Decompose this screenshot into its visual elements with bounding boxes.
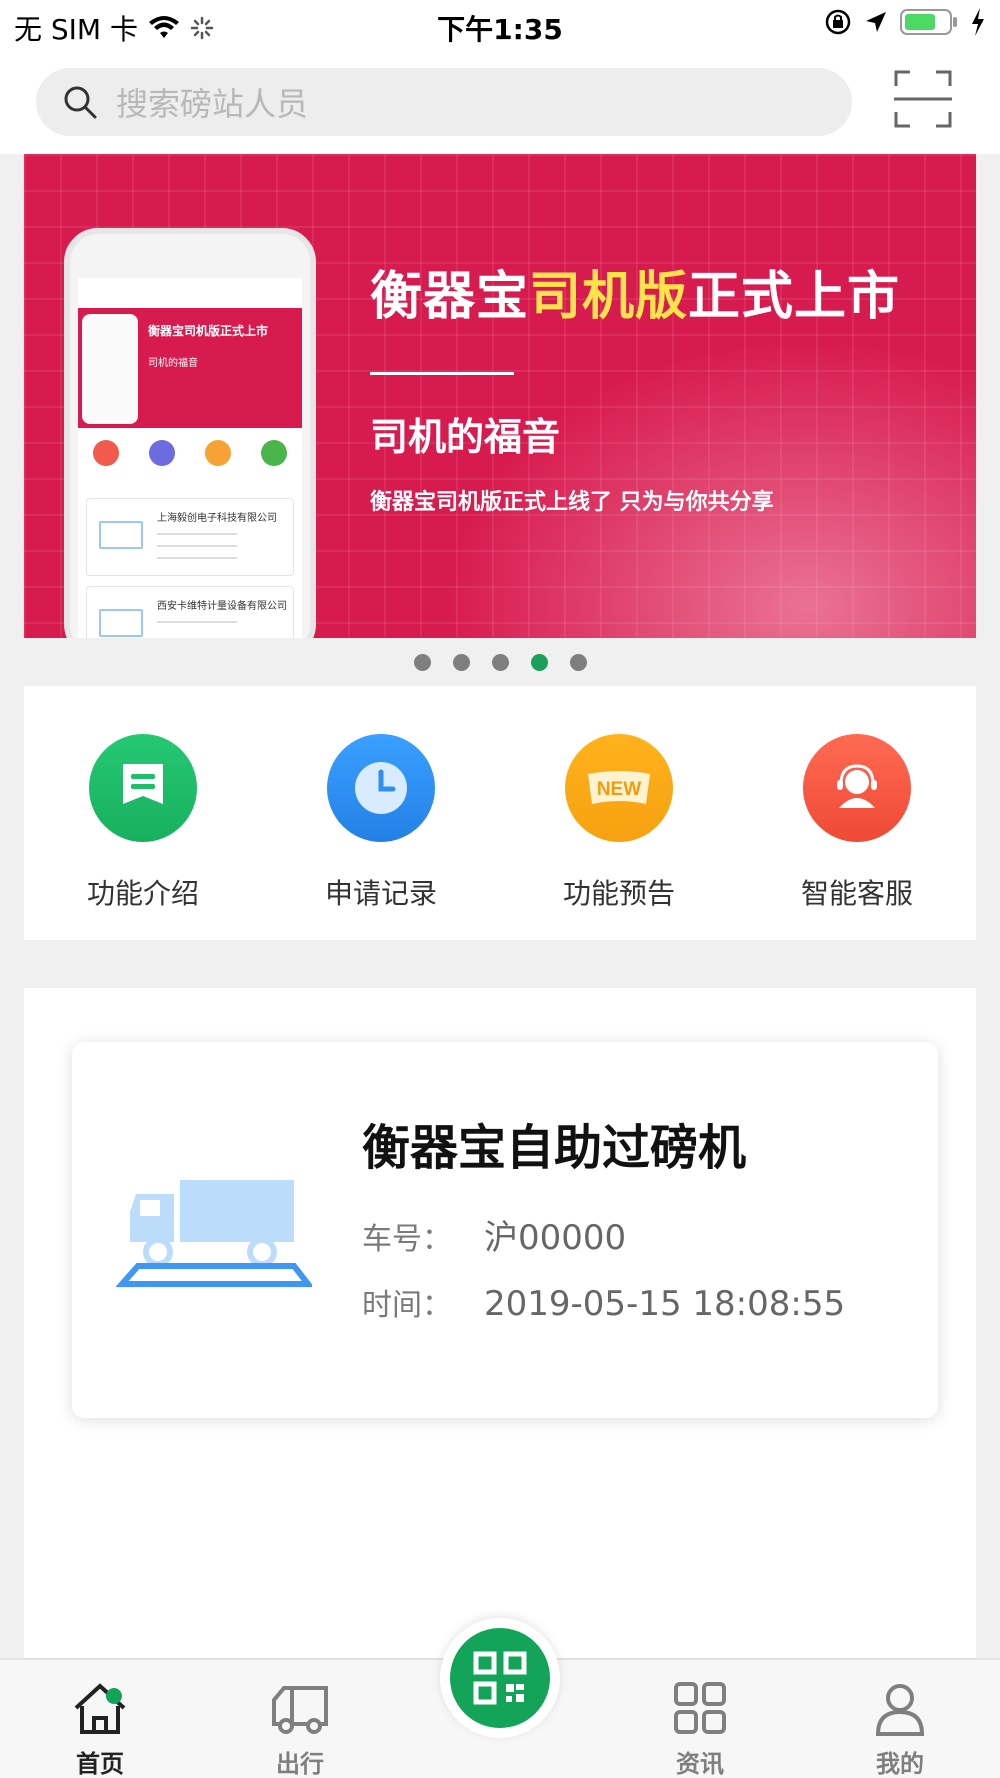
- main-panel: 衡器宝自助过磅机 车号： 沪00000 时间： 2019-05-15 18:08:5…: [24, 988, 976, 1658]
- banner-subtitle: 司机的福音: [370, 415, 561, 459]
- banner-description: 衡器宝司机版正式上线了 只为与你共分享: [370, 490, 774, 515]
- pagination-dot[interactable]: [491, 654, 509, 671]
- phone-screen: 衡器宝司机版正式上市 司机的福音 上海毅创电子科技有限公司 西安卡维特计量设备有…: [78, 278, 302, 638]
- menu-item-intro[interactable]: 功能介绍: [24, 686, 262, 940]
- phone-mini-banner: 衡器宝司机版正式上市 司机的福音: [78, 308, 302, 428]
- tab-label: 我的: [876, 1750, 924, 1778]
- search-placeholder: 搜索磅站人员: [116, 85, 309, 123]
- time-value: 2019-05-15 18:08:55: [484, 1284, 846, 1324]
- location-arrow-icon: [866, 12, 886, 32]
- truck-icon: [272, 1686, 328, 1734]
- person-icon: [875, 1684, 925, 1736]
- menu-label: 智能客服: [800, 877, 913, 910]
- pagination-dot-active[interactable]: [530, 654, 548, 671]
- phone-mini-icons: [78, 440, 302, 466]
- search-icon: [64, 86, 97, 119]
- tab-label: 出行: [276, 1750, 324, 1778]
- home-icon: [74, 1683, 126, 1734]
- plate-value: 沪00000: [484, 1218, 627, 1258]
- menu-label: 功能预告: [562, 877, 675, 910]
- status-right: [824, 8, 986, 36]
- phone-mini-title: 衡器宝司机版正式上市: [148, 324, 269, 338]
- tab-label: 首页: [76, 1750, 124, 1778]
- bottom-tab-bar: 首页 出行 资讯 我的: [0, 1618, 1000, 1778]
- intro-icon: [89, 734, 197, 842]
- scale-machine-card[interactable]: 衡器宝自助过磅机 车号： 沪00000 时间： 2019-05-15 18:08:5…: [72, 1042, 938, 1418]
- status-bar: 无 SIM 卡 下午1:35: [0, 0, 1000, 50]
- battery-icon: [900, 9, 957, 35]
- time-label: 时间：: [362, 1288, 452, 1323]
- phone-mini-subtitle: 司机的福音: [148, 358, 198, 369]
- menu-item-records[interactable]: 申请记录: [262, 686, 500, 940]
- menu-label: 申请记录: [324, 877, 437, 910]
- phone-mini-card-company: 西安卡维特计量设备有限公司: [157, 601, 287, 612]
- phone-mockup-image: 衡器宝司机版正式上市 司机的福音 上海毅创电子科技有限公司 西安卡维特计量设备有…: [64, 228, 316, 638]
- pagination-dot[interactable]: [413, 654, 431, 671]
- scan-code-icon[interactable]: [894, 70, 952, 128]
- banner-title: 衡器宝司机版正式上市: [370, 267, 901, 327]
- phone-mini-device: [82, 314, 138, 424]
- tab-travel[interactable]: 出行: [200, 1660, 400, 1778]
- tab-home[interactable]: 首页: [0, 1660, 200, 1778]
- quick-menu: 功能介绍 申请记录 NEW 功能预告 智能客服: [24, 686, 976, 940]
- new-badge-icon: NEW: [565, 734, 673, 842]
- qr-code-icon: [450, 1628, 550, 1728]
- service-agent-icon: [803, 734, 911, 842]
- phone-mini-card-company: 上海毅创电子科技有限公司: [157, 513, 277, 524]
- time-row: 时间： 2019-05-15 18:08:55: [362, 1280, 845, 1324]
- pagination-dot[interactable]: [569, 654, 587, 671]
- menu-label: 功能介绍: [86, 877, 199, 910]
- tab-label: 资讯: [676, 1750, 724, 1778]
- banner-pagination-dots[interactable]: [0, 654, 1000, 671]
- pagination-dot[interactable]: [452, 654, 470, 671]
- banner-title-highlight: 司机版: [529, 267, 689, 327]
- grid-icon: [674, 1682, 726, 1734]
- banner-glow: [416, 318, 976, 638]
- tab-profile[interactable]: 我的: [800, 1660, 1000, 1778]
- svg-text:NEW: NEW: [597, 779, 641, 800]
- rotation-lock-icon: [825, 9, 851, 35]
- menu-item-service[interactable]: 智能客服: [738, 686, 976, 940]
- search-input[interactable]: 搜索磅站人员: [36, 68, 852, 136]
- qr-scan-button[interactable]: [440, 1618, 560, 1738]
- plate-label: 车号：: [362, 1222, 452, 1257]
- top-header: 搜索磅站人员: [0, 50, 1000, 154]
- card-title: 衡器宝自助过磅机: [362, 1120, 747, 1176]
- truck-on-scale-icon: [116, 1180, 312, 1287]
- charging-bolt-icon: [972, 8, 984, 36]
- menu-item-preview[interactable]: NEW 功能预告: [500, 686, 738, 940]
- phone-mini-card: 上海毅创电子科技有限公司: [86, 498, 294, 576]
- phone-mini-card: 西安卡维特计量设备有限公司: [86, 586, 294, 638]
- plate-row: 车号： 沪00000: [362, 1210, 626, 1259]
- banner-divider: [370, 372, 514, 375]
- promo-banner[interactable]: 衡器宝司机版正式上市 司机的福音 上海毅创电子科技有限公司 西安卡维特计量设备有…: [24, 154, 976, 638]
- tab-news[interactable]: 资讯: [600, 1660, 800, 1778]
- clock-icon: [327, 734, 435, 842]
